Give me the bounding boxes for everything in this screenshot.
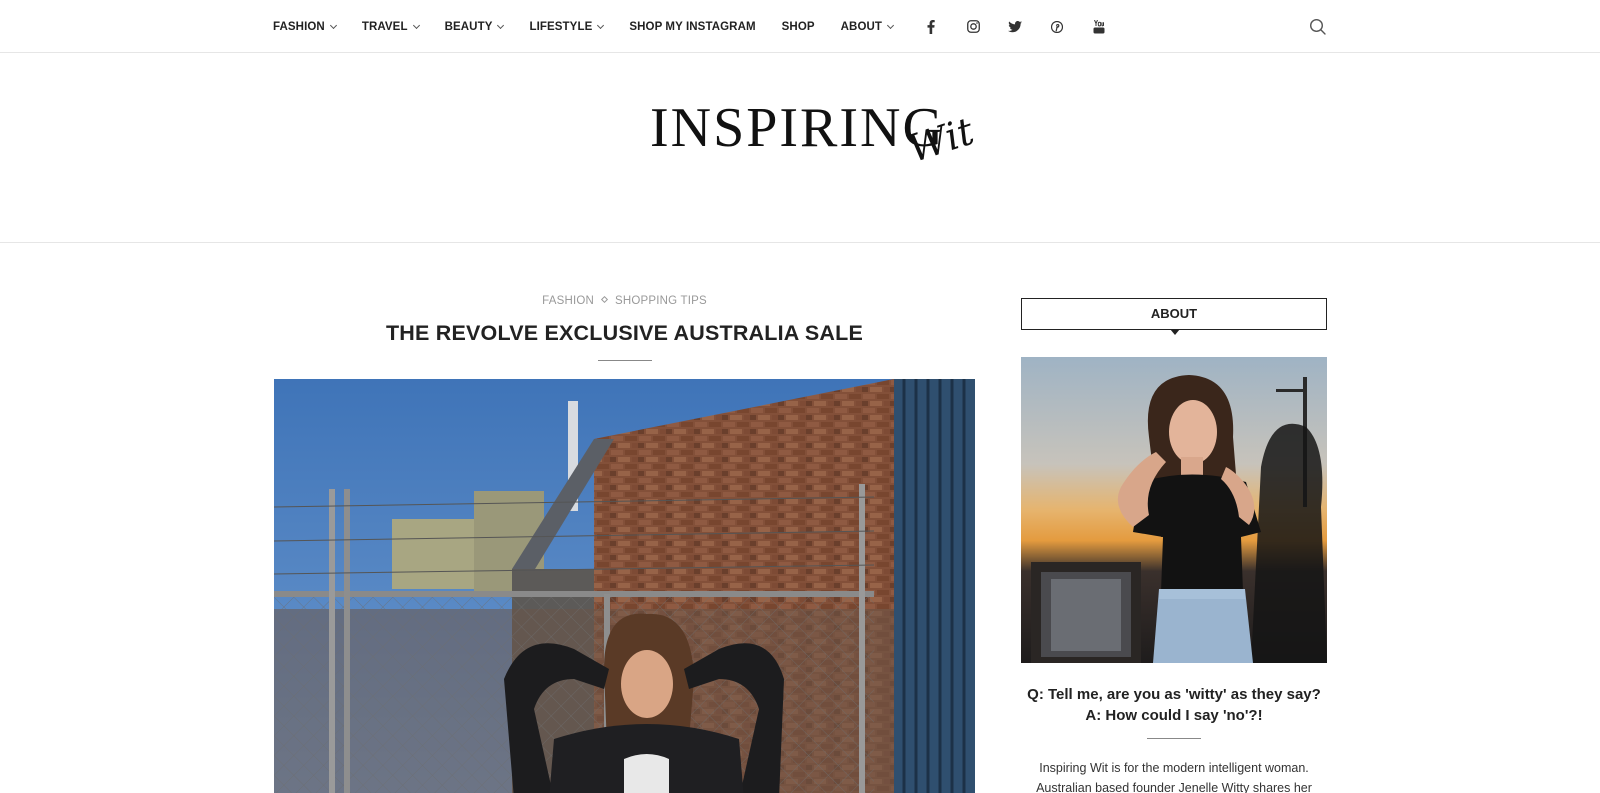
about-photo xyxy=(1021,357,1327,663)
twitter-icon[interactable] xyxy=(1007,19,1023,35)
diamond-separator-icon xyxy=(600,295,609,304)
logo-wordmark: INSPIRING xyxy=(650,97,945,159)
social-links xyxy=(923,19,1133,35)
youtube-icon[interactable] xyxy=(1091,19,1107,35)
title-divider xyxy=(597,360,652,361)
site-header: INSPIRING Wit xyxy=(0,53,1600,243)
nav-item-shop-my-instagram[interactable]: SHOP MY INSTAGRAM xyxy=(629,21,755,33)
post-categories: FASHION SHOPPING TIPS xyxy=(274,295,975,311)
site-logo[interactable]: INSPIRING Wit xyxy=(650,97,979,198)
widget-title-label: ABOUT xyxy=(1150,306,1198,321)
nav-item-beauty[interactable]: BEAUTY xyxy=(444,20,505,33)
triangle-pointer-icon xyxy=(1170,329,1180,335)
chevron-down-icon xyxy=(412,21,420,29)
chevron-down-icon xyxy=(329,21,337,29)
nav-item-about[interactable]: ABOUT xyxy=(840,20,895,33)
chevron-down-icon xyxy=(497,21,505,29)
nav-item-label: TRAVEL xyxy=(361,20,408,33)
about-heading: Q: Tell me, are you as 'witty' as they s… xyxy=(1021,684,1327,726)
widget-title-about: ABOUT xyxy=(1021,298,1327,335)
about-text-line: Inspiring Wit is for the modern intellig… xyxy=(1039,761,1309,775)
post-featured-image[interactable] xyxy=(274,379,975,793)
nav-item-label: BEAUTY xyxy=(444,20,493,33)
chevron-down-icon xyxy=(887,21,895,29)
pinterest-icon[interactable] xyxy=(1049,19,1065,35)
article: FASHION SHOPPING TIPS THE REVOLVE EXCLUSI… xyxy=(274,295,975,793)
chevron-down-icon xyxy=(597,21,605,29)
search-icon[interactable] xyxy=(1309,18,1327,36)
about-divider xyxy=(1147,738,1201,739)
about-question: Q: Tell me, are you as 'witty' as they s… xyxy=(1027,686,1321,703)
nav-item-shop[interactable]: SHOP xyxy=(782,21,815,33)
nav-item-label: ABOUT xyxy=(840,20,883,33)
category-link-fashion[interactable]: FASHION xyxy=(542,295,594,307)
top-navigation-bar: FASHION TRAVEL BEAUTY LIFESTYLE SHOP MY … xyxy=(0,0,1600,53)
nav-item-lifestyle[interactable]: LIFESTYLE xyxy=(529,20,605,33)
instagram-icon[interactable] xyxy=(965,19,981,35)
nav-item-fashion[interactable]: FASHION xyxy=(273,20,337,33)
about-text-line: Australian based founder Jenelle Witty s… xyxy=(1036,781,1312,793)
facebook-icon[interactable] xyxy=(923,19,939,35)
category-link-shopping-tips[interactable]: SHOPPING TIPS xyxy=(615,295,707,307)
nav-item-label: FASHION xyxy=(273,20,325,33)
post-title[interactable]: THE REVOLVE EXCLUSIVE AUSTRALIA SALE xyxy=(274,321,975,346)
nav-item-travel[interactable]: TRAVEL xyxy=(361,20,420,33)
nav-item-label: SHOP xyxy=(781,20,815,33)
nav-item-label: LIFESTYLE xyxy=(529,20,593,33)
about-description: Inspiring Wit is for the modern intellig… xyxy=(1021,758,1327,793)
about-answer: A: How could I say 'no'?! xyxy=(1085,707,1263,724)
sidebar: ABOUT Q: Tell me, are you as 'witty' as … xyxy=(1021,298,1327,793)
main-menu: FASHION TRAVEL BEAUTY LIFESTYLE SHOP MY … xyxy=(273,0,1133,53)
nav-item-label: SHOP MY INSTAGRAM xyxy=(629,20,756,33)
